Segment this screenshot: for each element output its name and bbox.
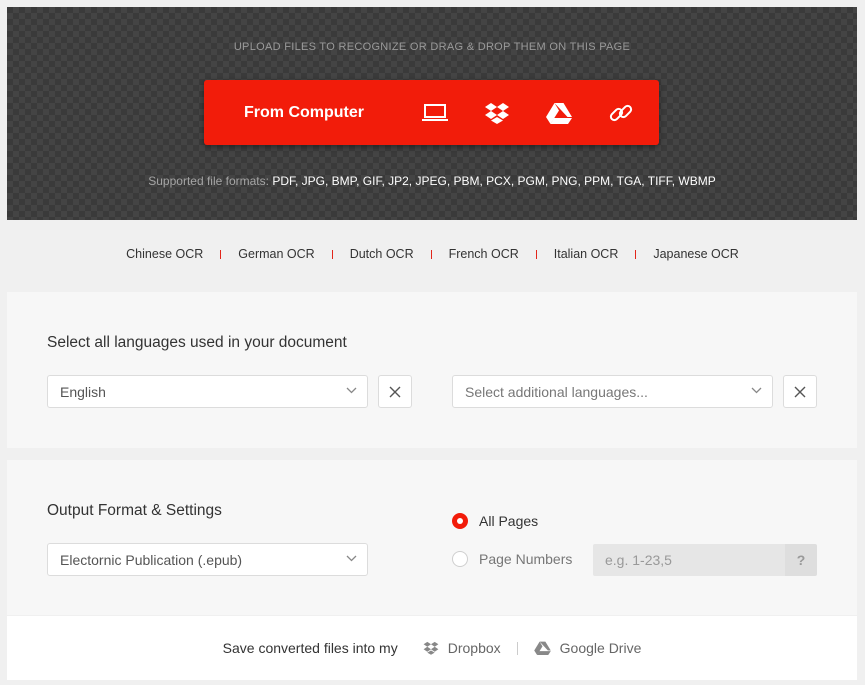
link-icon	[609, 104, 633, 121]
upload-from-url-button[interactable]	[590, 80, 652, 145]
google-drive-icon	[533, 641, 551, 655]
supported-formats-list: PDF, JPG, BMP, GIF, JP2, JPEG, PBM, PCX,…	[272, 174, 716, 188]
google-drive-icon	[546, 102, 572, 124]
save-to-google-drive-button[interactable]: Google Drive	[533, 640, 642, 656]
save-to-cloud-bar: Save converted files into my Dropbox Goo…	[7, 616, 857, 680]
page-numbers-label: Page Numbers	[479, 551, 573, 567]
link-italian-ocr[interactable]: Italian OCR	[537, 247, 636, 261]
save-label: Save converted files into my	[222, 640, 398, 656]
additional-languages-placeholder: Select additional languages...	[465, 383, 648, 400]
link-dutch-ocr[interactable]: Dutch OCR	[333, 247, 431, 261]
page: UPLOAD FILES TO RECOGNIZE OR DRAG & DROP…	[0, 0, 865, 685]
close-icon	[389, 386, 401, 397]
ocr-language-links: Chinese OCR German OCR Dutch OCR French …	[0, 247, 865, 261]
link-chinese-ocr[interactable]: Chinese OCR	[109, 247, 220, 261]
upload-bar: From Computer	[204, 80, 659, 145]
upload-from-computer-icon-button[interactable]	[404, 80, 466, 145]
all-pages-option[interactable]: All Pages	[452, 513, 538, 529]
close-icon	[794, 386, 806, 397]
save-to-dropbox-button[interactable]: Dropbox	[423, 640, 501, 656]
chevron-down-icon	[751, 387, 762, 394]
all-pages-radio[interactable]	[452, 513, 468, 529]
language-panel-title: Select all languages used in your docume…	[47, 334, 347, 351]
page-numbers-input[interactable]	[593, 544, 785, 576]
additional-languages-select[interactable]: Select additional languages...	[452, 375, 773, 408]
link-japanese-ocr[interactable]: Japanese OCR	[636, 247, 755, 261]
dropbox-label: Dropbox	[447, 640, 501, 656]
clear-additional-languages-button[interactable]	[783, 375, 817, 408]
chevron-down-icon	[346, 387, 357, 394]
page-numbers-radio[interactable]	[452, 551, 468, 567]
chevron-down-icon	[346, 555, 357, 562]
language-settings-panel: Select all languages used in your docume…	[7, 292, 857, 448]
output-format-select[interactable]: Electornic Publication (.epub)	[47, 543, 368, 576]
clear-primary-language-button[interactable]	[378, 375, 412, 408]
google-drive-label: Google Drive	[559, 640, 642, 656]
dropbox-icon	[485, 102, 509, 124]
link-french-ocr[interactable]: French OCR	[432, 247, 536, 261]
upload-from-google-drive-button[interactable]	[528, 80, 590, 145]
link-german-ocr[interactable]: German OCR	[221, 247, 331, 261]
page-numbers-option[interactable]: Page Numbers	[452, 551, 572, 567]
from-computer-button[interactable]: From Computer	[204, 80, 404, 145]
supported-formats: Supported file formats: PDF, JPG, BMP, G…	[7, 174, 857, 188]
page-numbers-help-button[interactable]: ?	[785, 544, 817, 576]
save-separator	[516, 641, 518, 655]
all-pages-label: All Pages	[479, 513, 539, 529]
output-panel-title: Output Format & Settings	[47, 502, 222, 519]
upload-dropzone[interactable]: UPLOAD FILES TO RECOGNIZE OR DRAG & DROP…	[7, 7, 857, 220]
supported-formats-label: Supported file formats:	[148, 174, 269, 188]
upload-title: UPLOAD FILES TO RECOGNIZE OR DRAG & DROP…	[233, 41, 631, 53]
primary-language-select[interactable]: English	[47, 375, 368, 408]
output-settings-panel: Output Format & Settings Electornic Publ…	[7, 460, 857, 615]
output-format-value: Electornic Publication (.epub)	[60, 551, 243, 568]
primary-language-value: English	[60, 383, 106, 400]
dropbox-icon	[423, 641, 439, 655]
laptop-icon	[422, 103, 448, 121]
upload-from-dropbox-button[interactable]	[466, 80, 528, 145]
